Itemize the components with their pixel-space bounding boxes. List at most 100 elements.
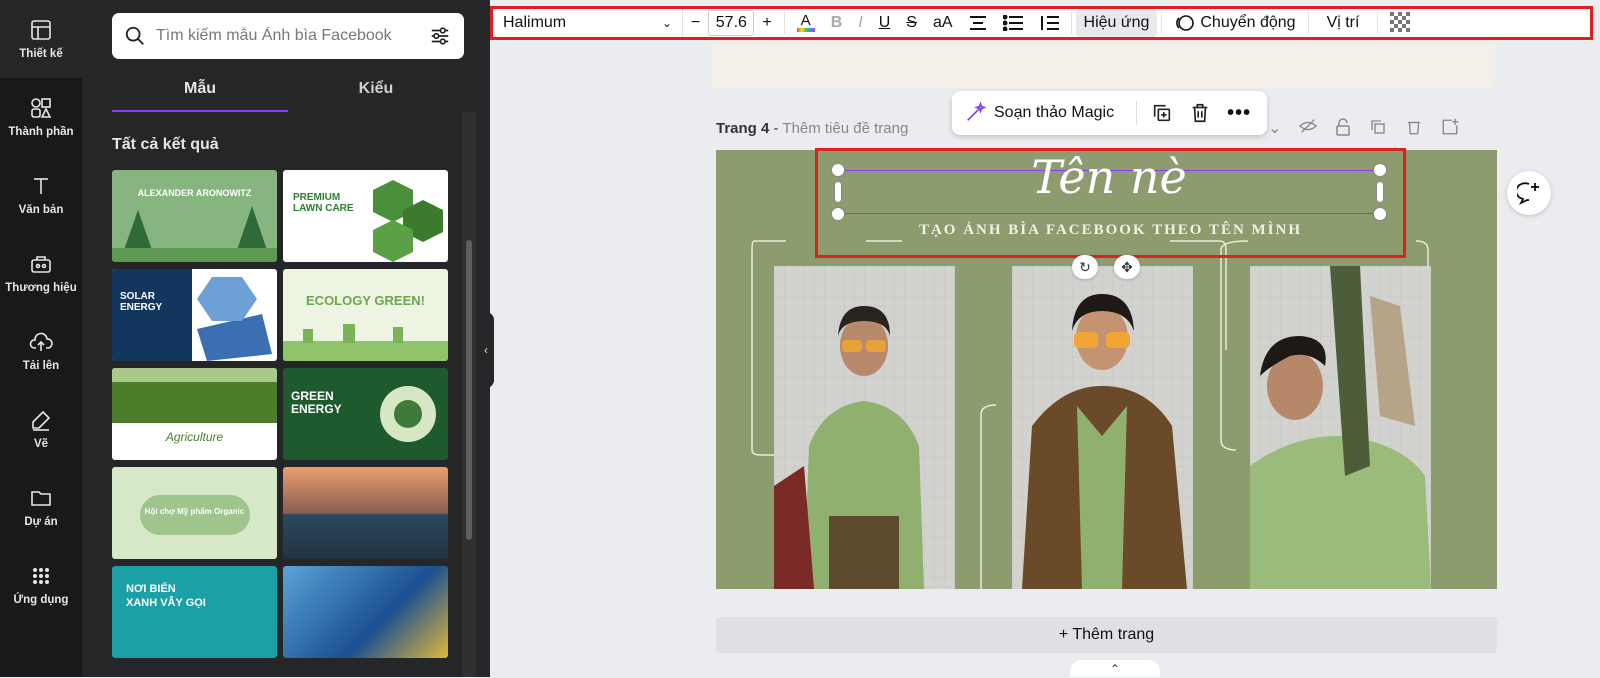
tab-templates[interactable]: Mẫu <box>112 72 288 112</box>
strikethrough-button[interactable]: S <box>898 9 925 37</box>
more-icon[interactable]: ••• <box>1227 102 1251 125</box>
page-label[interactable]: Trang 4 - Thêm tiêu đề trang <box>716 120 908 137</box>
hide-icon[interactable] <box>1299 118 1318 134</box>
template-thumb[interactable]: SOLAR ENERGY <box>112 269 277 361</box>
transparency-button[interactable] <box>1382 9 1420 37</box>
photo-frame-3[interactable] <box>1250 266 1431 589</box>
title-text[interactable]: Tên nè <box>838 150 1380 204</box>
magic-write-button[interactable]: Soạn thảo Magic <box>994 104 1114 122</box>
delete-page-icon[interactable] <box>1405 118 1423 136</box>
rail-label: Tải lên <box>22 360 60 372</box>
add-page-button[interactable]: + Thêm trang <box>716 617 1497 653</box>
list-button[interactable] <box>995 9 1031 37</box>
trash-icon[interactable] <box>1189 102 1211 124</box>
solar-panel-photo <box>197 277 272 361</box>
tab-styles[interactable]: Kiểu <box>288 72 464 112</box>
rail-item-projects[interactable]: Dự án <box>0 468 82 546</box>
lock-icon[interactable] <box>1335 118 1351 136</box>
text-icon <box>34 178 48 194</box>
rail-label: Thành phần <box>8 126 74 138</box>
italic-button[interactable]: I <box>850 9 870 37</box>
woman-photo-3 <box>1250 266 1431 589</box>
rail-item-text[interactable]: Văn bản <box>0 156 82 234</box>
resize-handle[interactable] <box>1373 207 1387 221</box>
rotate-handle[interactable]: ↻ <box>1072 255 1098 279</box>
section-title: Tất cả kết quả <box>112 136 219 153</box>
template-thumb[interactable]: Hội chợ Mỹ phẩm Organic <box>112 467 277 559</box>
panel-tabs: Mẫu Kiểu <box>112 72 464 112</box>
add-page-icon[interactable] <box>1441 118 1459 136</box>
rail-label: Thiết kế <box>19 48 63 60</box>
chevron-up-icon: ⌃ <box>1109 662 1121 676</box>
font-size-input[interactable]: 57.6 <box>708 10 755 36</box>
bold-button[interactable]: B <box>823 9 851 37</box>
add-comment-button[interactable] <box>1507 171 1551 215</box>
template-panel: Tìm kiếm mẫu Ảnh bìa Facebook Mẫu Kiểu T… <box>82 0 490 677</box>
search-icon <box>125 26 144 45</box>
rail-item-elements[interactable]: Thành phần <box>0 78 82 156</box>
rail-item-apps[interactable]: Ứng dụng <box>0 546 82 624</box>
decrease-size-button[interactable]: − <box>683 9 708 37</box>
template-thumb[interactable]: PREMIUM LAWN CARE <box>283 170 448 262</box>
panel-scroll-thumb[interactable] <box>466 240 472 540</box>
template-thumb[interactable]: Agriculture <box>112 368 277 460</box>
rail-item-brand[interactable]: Thương hiệu <box>0 234 82 312</box>
chevron-left-icon: ‹ <box>484 343 488 357</box>
template-thumb-building[interactable] <box>283 566 448 658</box>
template-thumb[interactable]: NƠI BIỂN XANH VẪY GỌI <box>112 566 277 658</box>
photo-frame-2[interactable] <box>1012 266 1193 589</box>
collapse-panel-button[interactable]: ‹ <box>478 312 494 388</box>
rail-item-draw[interactable]: Vẽ <box>0 390 82 468</box>
animate-button[interactable]: Chuyển động <box>1166 9 1303 37</box>
transparency-icon <box>1390 12 1413 34</box>
font-selector[interactable]: Halimum ⌄ <box>493 9 683 37</box>
thumb-text: NƠI BIỂN XANH VẪY GỌI <box>126 583 206 609</box>
text-color-button[interactable]: A <box>789 9 823 37</box>
template-thumb[interactable]: GREEN ENERGY <box>283 368 448 460</box>
rail-label: Văn bản <box>18 204 64 216</box>
duplicate-icon[interactable] <box>1151 102 1173 124</box>
template-thumb-sunset[interactable] <box>283 467 448 559</box>
side-rail: Thiết kế Thành phần Văn bản Thương hiệu … <box>0 0 82 677</box>
template-icon <box>31 20 51 40</box>
search-input[interactable]: Tìm kiếm mẫu Ảnh bìa Facebook <box>112 13 464 59</box>
move-icon: ✥ <box>1121 258 1133 275</box>
draw-icon <box>32 410 51 431</box>
rotate-icon: ↻ <box>1079 258 1091 275</box>
position-button[interactable]: Vị trí <box>1319 9 1368 37</box>
template-thumb[interactable]: ALEXANDER ARONOWITZ <box>112 170 277 262</box>
font-name: Halimum <box>503 14 567 31</box>
template-thumb[interactable]: ECOLOGY GREEN! <box>283 269 448 361</box>
resize-handle[interactable] <box>831 207 845 221</box>
thumb-text: Hội chợ Mỹ phẩm Organic <box>144 507 245 516</box>
show-pages-button[interactable]: ⌃ <box>1070 660 1160 677</box>
spacing-button[interactable] <box>1031 9 1067 37</box>
apps-icon <box>33 568 49 584</box>
rail-label: Dự án <box>24 516 58 528</box>
move-handle[interactable]: ✥ <box>1114 255 1140 279</box>
rail-item-design[interactable]: Thiết kế <box>0 0 82 78</box>
line-spacing-icon <box>1040 16 1059 30</box>
field-photo <box>112 368 277 423</box>
align-center-icon <box>969 16 986 30</box>
folder-icon <box>31 491 51 506</box>
text-color-icon: A <box>800 12 811 29</box>
increase-size-button[interactable]: + <box>754 9 779 37</box>
chevron-down-icon: ⌄ <box>661 16 672 30</box>
subtitle-text[interactable]: TẠO ẢNH BÌA FACEBOOK THEO TÊN MÌNH <box>820 222 1401 239</box>
previous-page[interactable] <box>711 42 1495 88</box>
letter-case-button[interactable]: aA <box>925 9 961 37</box>
page-actions: ⌄ <box>1268 118 1459 138</box>
bullet-list-icon <box>1002 15 1023 31</box>
filter-icon[interactable] <box>428 25 452 47</box>
effects-button[interactable]: Hiệu ứng <box>1075 9 1158 37</box>
collapse-page-icon[interactable]: ⌄ <box>1268 118 1281 138</box>
underline-button[interactable]: U <box>871 9 899 37</box>
rail-item-upload[interactable]: Tải lên <box>0 312 82 390</box>
photo-frame-1[interactable] <box>774 266 955 589</box>
duplicate-page-icon[interactable] <box>1369 118 1387 136</box>
text-toolbar: Halimum ⌄ − 57.6 + A B I U S aA Hiệu ứng… <box>490 6 1593 40</box>
green-energy-graphic <box>380 386 436 442</box>
align-center-button[interactable] <box>961 9 995 37</box>
rail-label: Vẽ <box>33 438 49 450</box>
